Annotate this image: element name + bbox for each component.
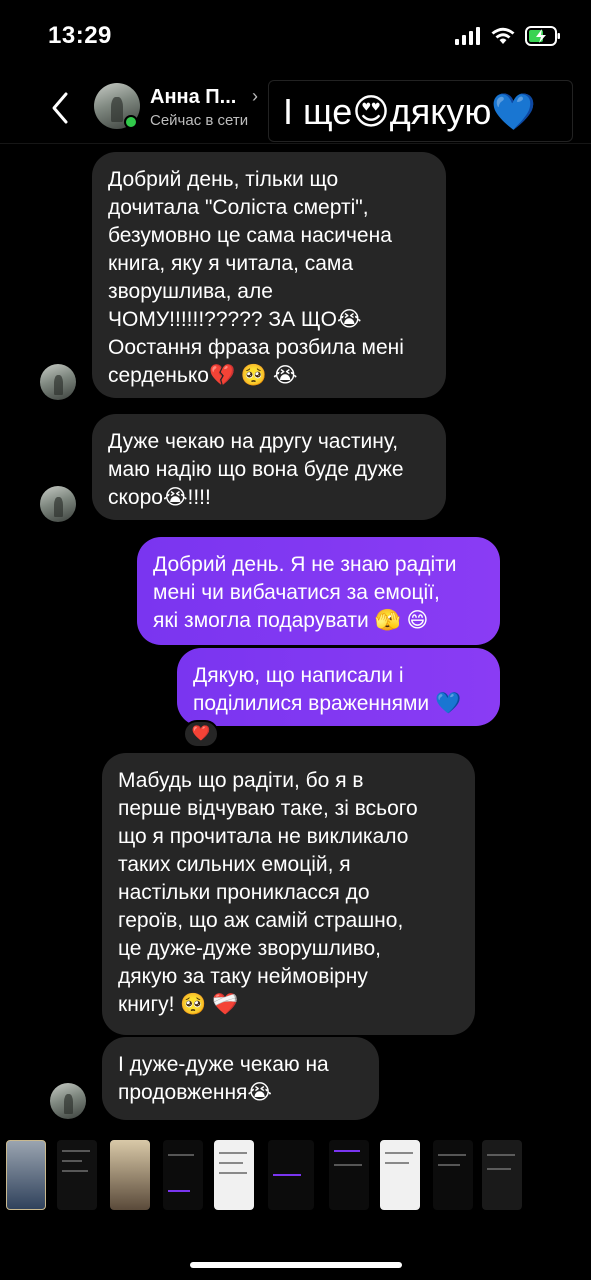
contact-name[interactable]: Анна П... <box>150 86 236 109</box>
contact-status: Сейчас в сети <box>150 112 249 129</box>
message-bubble-incoming[interactable]: Мабудь що радіти, бо я в перше відчуваю … <box>102 753 475 1035</box>
message-bubble-incoming[interactable]: Дуже чекаю на другу частину, маю надію щ… <box>92 414 446 520</box>
thumbnail[interactable] <box>6 1140 46 1210</box>
thumbnail[interactable] <box>482 1140 522 1210</box>
thumbnail[interactable] <box>163 1140 203 1210</box>
thumbnail[interactable] <box>214 1140 254 1210</box>
sender-avatar <box>40 364 76 400</box>
message-bubble-incoming[interactable]: І дуже-дуже чекаю на продовження😭 <box>102 1037 379 1120</box>
wifi-icon <box>491 27 515 44</box>
message-bubble-outgoing[interactable]: Дякую, що написали і поділилися враження… <box>177 648 500 726</box>
screenshot-thumbnail-strip <box>6 1140 591 1216</box>
signal-icon <box>455 27 480 45</box>
chevron-right-icon[interactable]: › <box>252 86 258 107</box>
message-bubble-incoming[interactable]: Добрий день, тільки що дочитала "Соліста… <box>92 152 446 398</box>
status-icons <box>455 26 561 46</box>
thumbnail[interactable] <box>329 1140 369 1210</box>
text-sticker-overlay: І ще😍дякую💙 <box>268 80 573 142</box>
message-bubble-outgoing[interactable]: Добрий день. Я не знаю радіти мені чи ви… <box>137 537 500 645</box>
battery-charging-icon <box>525 26 560 46</box>
heart-reaction[interactable]: ❤️ <box>183 720 219 748</box>
thumbnail[interactable] <box>433 1140 473 1210</box>
thumbnail[interactable] <box>268 1140 314 1210</box>
online-status-dot <box>124 115 138 129</box>
home-indicator[interactable] <box>190 1262 402 1268</box>
thumbnail[interactable] <box>57 1140 97 1210</box>
status-bar: 13:29 <box>0 0 591 72</box>
status-time: 13:29 <box>48 22 112 49</box>
thumbnail[interactable] <box>380 1140 420 1210</box>
thumbnail[interactable] <box>110 1140 150 1210</box>
sender-avatar <box>40 486 76 522</box>
sender-avatar <box>50 1083 86 1119</box>
back-arrow-icon[interactable] <box>46 90 76 126</box>
